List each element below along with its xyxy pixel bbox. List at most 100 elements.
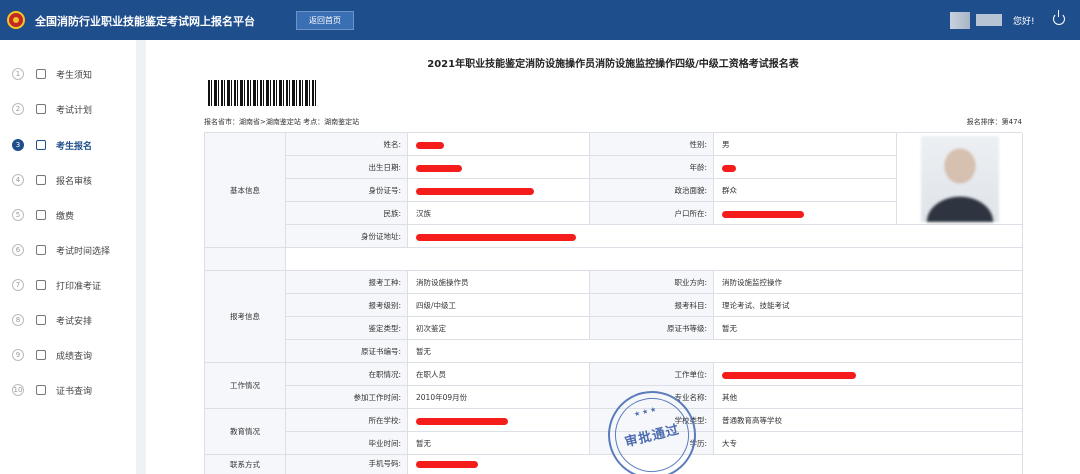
registration-table: 基本信息 报考信息 工作情况 教育情况 联系方式 姓名: 性别: 男 出生日期:… (204, 132, 1023, 474)
value-employment-status: 在职人员 (408, 363, 590, 386)
sidebar-item-certificate-query[interactable]: 10 证书查询 (0, 373, 136, 408)
step-number: 8 (12, 314, 24, 326)
value-career-direction: 消防设施监控操作 (714, 271, 1023, 294)
logout-power-icon[interactable] (1053, 10, 1065, 25)
label-graduation-time: 毕业时间: (286, 432, 408, 455)
sidebar-item-print-ticket[interactable]: 7 打印准考证 (0, 268, 136, 303)
sidebar-item-label: 考试安排 (56, 317, 93, 327)
value-original-cert-number: 暂无 (408, 340, 1023, 363)
step-number: 2 (12, 103, 24, 115)
value-exam-level: 四级/中级工 (408, 294, 590, 317)
value-id-number (408, 179, 590, 202)
payment-icon (36, 210, 46, 220)
value-phone (408, 455, 1023, 474)
applicant-photo (897, 133, 1023, 225)
value-degree: 大专 (714, 432, 1023, 455)
registration-order: 报名排序：第474 (966, 118, 1022, 126)
step-number: 5 (12, 209, 24, 221)
app-title: 全国消防行业职业技能鉴定考试网上报名平台 (35, 15, 255, 28)
value-gender: 男 (714, 133, 897, 156)
value-appraisal-type: 初次鉴定 (408, 317, 590, 340)
value-hukou (714, 202, 897, 225)
redacted-school (416, 417, 508, 425)
search-icon (36, 350, 46, 360)
step-number: 4 (12, 174, 24, 186)
section-contact-info: 联系方式 (205, 455, 286, 474)
label-age: 年龄: (590, 156, 714, 179)
sidebar-item-exam-arrangement[interactable]: 8 考试安排 (0, 303, 136, 338)
sidebar-item-label: 成绩查询 (56, 352, 93, 362)
sidebar-item-review[interactable]: 4 报名审核 (0, 163, 136, 198)
sidebar-item-score-query[interactable]: 9 成绩查询 (0, 338, 136, 373)
step-number: 1 (12, 68, 24, 80)
sidebar-item-label: 考试时间选择 (56, 247, 111, 257)
home-icon (36, 69, 46, 79)
redacted-hukou (722, 210, 804, 218)
greeting-text: 您好! (1013, 17, 1035, 27)
user-avatar[interactable] (950, 12, 970, 29)
sidebar-item-label: 证书查询 (56, 387, 93, 397)
fire-badge-logo-icon (7, 11, 25, 29)
form-title: 2021年职业技能鉴定消防设施操作员消防设施监控操作四级/中级工资格考试报名表 (427, 59, 799, 70)
label-original-cert-level: 原证书等级: (590, 317, 714, 340)
value-original-cert-level: 暂无 (714, 317, 1023, 340)
value-school-type: 普通教育高等学校 (714, 409, 1023, 432)
alarm-clock-icon (36, 245, 46, 255)
label-school: 所在学校: (286, 409, 408, 432)
redacted-name (416, 141, 444, 149)
label-political-status: 政治面貌: (590, 179, 714, 202)
value-job-type: 消防设施操作员 (408, 271, 590, 294)
label-hukou: 户口所在: (590, 202, 714, 225)
label-birth-date: 出生日期: (286, 156, 408, 179)
applicant-photo-image (920, 135, 999, 222)
label-appraisal-type: 鉴定类型: (286, 317, 408, 340)
user-name-blurred (976, 14, 1002, 26)
registration-location: 报名省市：湖南省>湖南鉴定站 考点：湖南鉴定站 (204, 118, 360, 126)
label-work-start-time: 参加工作时间: (286, 386, 408, 409)
sidebar-item-label: 报名审核 (56, 177, 93, 187)
sidebar-item-payment[interactable]: 5 缴费 (0, 198, 136, 233)
top-header: 全国消防行业职业技能鉴定考试网上报名平台 返回首页 您好! (0, 0, 1080, 40)
label-id-address: 身份证地址: (286, 225, 408, 248)
sidebar-item-exam-plan[interactable]: 2 考试计划 (0, 92, 136, 127)
section-basic-info: 基本信息 (205, 133, 286, 248)
sidebar-item-exam-time[interactable]: 6 考试时间选择 (0, 233, 136, 268)
sidebar-item-registration[interactable]: 3 考生报名 (0, 128, 136, 163)
sidebar: 1 考生须知 2 考试计划 3 考生报名 4 报名审核 5 缴费 6 考试时间选… (0, 40, 136, 474)
edit-icon (36, 140, 46, 150)
label-exam-level: 报考级别: (286, 294, 408, 317)
redacted-age (722, 164, 736, 172)
label-original-cert-number: 原证书编号: (286, 340, 408, 363)
sidebar-item-candidate-notice[interactable]: 1 考生须知 (0, 57, 136, 92)
value-school (408, 409, 590, 432)
section-basic-info-cont (205, 248, 286, 271)
redacted-id-address (416, 233, 576, 241)
printer-icon (36, 280, 46, 290)
label-employment-status: 在职情况: (286, 363, 408, 386)
sidebar-item-label: 缴费 (56, 212, 75, 222)
value-political-status: 群众 (714, 179, 897, 202)
value-major: 其他 (714, 386, 1023, 409)
section-work-info: 工作情况 (205, 363, 286, 409)
value-graduation-time: 暂无 (408, 432, 590, 455)
sidebar-item-label: 考试计划 (56, 106, 93, 116)
step-number: 10 (12, 384, 24, 396)
section-education-info: 教育情况 (205, 409, 286, 455)
label-exam-subject: 报考科目: (590, 294, 714, 317)
sidebar-item-label: 打印准考证 (56, 282, 102, 292)
step-number: 9 (12, 349, 24, 361)
value-exam-subject: 理论考试、技能考试 (714, 294, 1023, 317)
step-number: 6 (12, 244, 24, 256)
value-employer (714, 363, 1023, 386)
document-icon (36, 104, 46, 114)
value-id-address (408, 225, 1023, 248)
value-birth-date (408, 156, 590, 179)
return-home-button[interactable]: 返回首页 (296, 11, 354, 30)
label-employer: 工作单位: (590, 363, 714, 386)
barcode-image (208, 80, 318, 106)
value-work-start-time: 2010年09月份 (408, 386, 590, 409)
certificate-icon (36, 385, 46, 395)
redacted-id-number (416, 187, 534, 195)
label-name: 姓名: (286, 133, 408, 156)
label-job-type: 报考工种: (286, 271, 408, 294)
